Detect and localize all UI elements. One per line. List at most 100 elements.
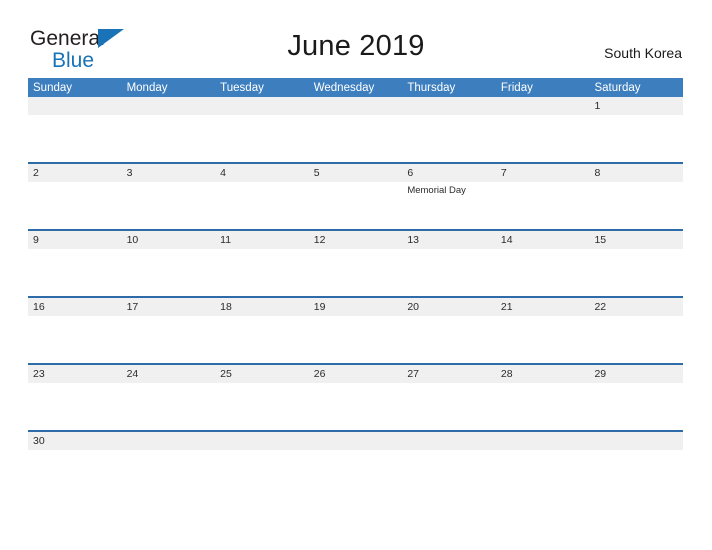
date-number[interactable]: 11 xyxy=(215,234,309,246)
event-band xyxy=(28,383,683,430)
day-events-empty xyxy=(309,118,403,162)
day-events-empty xyxy=(309,185,403,229)
calendar-week-row: 30 xyxy=(28,430,683,497)
weekday-header-saturday: Saturday xyxy=(594,81,641,94)
weekday-header-tuesday: Tuesday xyxy=(220,81,264,94)
date-number[interactable]: 23 xyxy=(28,368,122,380)
day-events-empty xyxy=(122,252,216,296)
date-number-band: 9 10 11 12 13 14 15 xyxy=(28,231,683,249)
day-events-empty xyxy=(496,252,590,296)
day-events-empty xyxy=(402,453,496,497)
date-number[interactable]: 18 xyxy=(215,301,309,313)
date-number[interactable]: 15 xyxy=(589,234,683,246)
calendar-week-row: 2 3 4 5 6 7 8 Memorial Day xyxy=(28,164,683,231)
date-number[interactable]: 28 xyxy=(496,368,590,380)
day-events-empty xyxy=(215,252,309,296)
day-events-empty xyxy=(215,386,309,430)
calendar-week-row: 23 24 25 26 27 28 29 xyxy=(28,365,683,432)
date-number[interactable]: 12 xyxy=(309,234,403,246)
day-events-empty xyxy=(215,453,309,497)
calendar-week-row: 16 17 18 19 20 21 22 xyxy=(28,298,683,365)
date-number-band: 16 17 18 19 20 21 22 xyxy=(28,298,683,316)
weekday-header-row: Sunday Monday Tuesday Wednesday Thursday… xyxy=(28,78,683,97)
day-events-empty xyxy=(496,118,590,162)
day-events-empty xyxy=(309,252,403,296)
date-number[interactable]: 2 xyxy=(28,167,122,179)
day-events-empty xyxy=(309,386,403,430)
date-number-band: 1 xyxy=(28,97,683,115)
day-events-empty xyxy=(28,319,122,363)
date-number[interactable]: 29 xyxy=(589,368,683,380)
calendar-weeks: 1 2 3 4 5 6 7 8 Memorial Day 9 10 11 12 13 14 15 16 17 18 1… xyxy=(28,97,683,497)
day-events-empty xyxy=(589,185,683,229)
date-number[interactable]: 25 xyxy=(215,368,309,380)
day-events-empty xyxy=(28,185,122,229)
calendar-week-row: 9 10 11 12 13 14 15 xyxy=(28,231,683,298)
date-number[interactable]: 3 xyxy=(122,167,216,179)
day-events-empty xyxy=(215,185,309,229)
date-number[interactable]: 4 xyxy=(215,167,309,179)
day-events-empty xyxy=(402,252,496,296)
day-events-empty xyxy=(589,118,683,162)
day-events-empty xyxy=(496,453,590,497)
date-number[interactable]: 10 xyxy=(122,234,216,246)
date-number-band: 23 24 25 26 27 28 29 xyxy=(28,365,683,383)
date-number[interactable]: 27 xyxy=(402,368,496,380)
day-events-empty xyxy=(496,319,590,363)
country-label: South Korea xyxy=(604,45,682,61)
day-events-empty xyxy=(589,319,683,363)
date-number[interactable]: 8 xyxy=(589,167,683,179)
calendar-page: General Blue June 2019 South Korea Sunda… xyxy=(0,0,712,550)
date-number[interactable]: 5 xyxy=(309,167,403,179)
day-events-empty xyxy=(122,185,216,229)
day-events: Memorial Day xyxy=(402,185,496,229)
event-band xyxy=(28,316,683,363)
date-number[interactable]: 26 xyxy=(309,368,403,380)
date-number[interactable]: 22 xyxy=(589,301,683,313)
day-events-empty xyxy=(309,319,403,363)
date-number[interactable]: 16 xyxy=(28,301,122,313)
date-number[interactable]: 20 xyxy=(402,301,496,313)
day-events-empty xyxy=(28,453,122,497)
date-number[interactable]: 21 xyxy=(496,301,590,313)
day-events-empty xyxy=(589,252,683,296)
holiday-label: Memorial Day xyxy=(407,185,466,196)
day-events-empty xyxy=(402,118,496,162)
date-number[interactable]: 1 xyxy=(589,100,683,112)
weekday-header-wednesday: Wednesday xyxy=(313,81,375,94)
date-number[interactable]: 9 xyxy=(28,234,122,246)
calendar-grid: Sunday Monday Tuesday Wednesday Thursday… xyxy=(28,78,683,497)
day-events-empty xyxy=(496,185,590,229)
weekday-header-thursday: Thursday xyxy=(407,81,456,94)
day-events-empty xyxy=(28,118,122,162)
event-band xyxy=(28,115,683,162)
weekday-header-friday: Friday xyxy=(500,81,533,94)
calendar-week-row: 1 xyxy=(28,97,683,164)
day-events-empty xyxy=(28,252,122,296)
date-number[interactable]: 30 xyxy=(28,435,122,447)
date-number[interactable]: 19 xyxy=(309,301,403,313)
day-events-empty xyxy=(402,386,496,430)
date-number[interactable]: 24 xyxy=(122,368,216,380)
date-number[interactable]: 17 xyxy=(122,301,216,313)
day-events-empty xyxy=(215,118,309,162)
date-number[interactable]: 13 xyxy=(402,234,496,246)
date-number[interactable]: 6 xyxy=(402,167,496,179)
event-band xyxy=(28,450,683,497)
date-number-band: 30 xyxy=(28,432,683,450)
date-number[interactable]: 7 xyxy=(496,167,590,179)
day-events-empty xyxy=(589,453,683,497)
day-events-empty xyxy=(122,453,216,497)
day-events-empty xyxy=(28,386,122,430)
page-header: General Blue June 2019 South Korea xyxy=(0,0,712,71)
day-events-empty xyxy=(122,319,216,363)
event-band: Memorial Day xyxy=(28,182,683,229)
day-events-empty xyxy=(122,118,216,162)
date-number-band: 2345678 xyxy=(28,164,683,182)
day-events-empty xyxy=(402,319,496,363)
day-events-empty xyxy=(589,386,683,430)
day-events-empty xyxy=(215,319,309,363)
date-number[interactable]: 14 xyxy=(496,234,590,246)
event-band xyxy=(28,249,683,296)
weekday-header-sunday: Sunday xyxy=(33,81,73,94)
